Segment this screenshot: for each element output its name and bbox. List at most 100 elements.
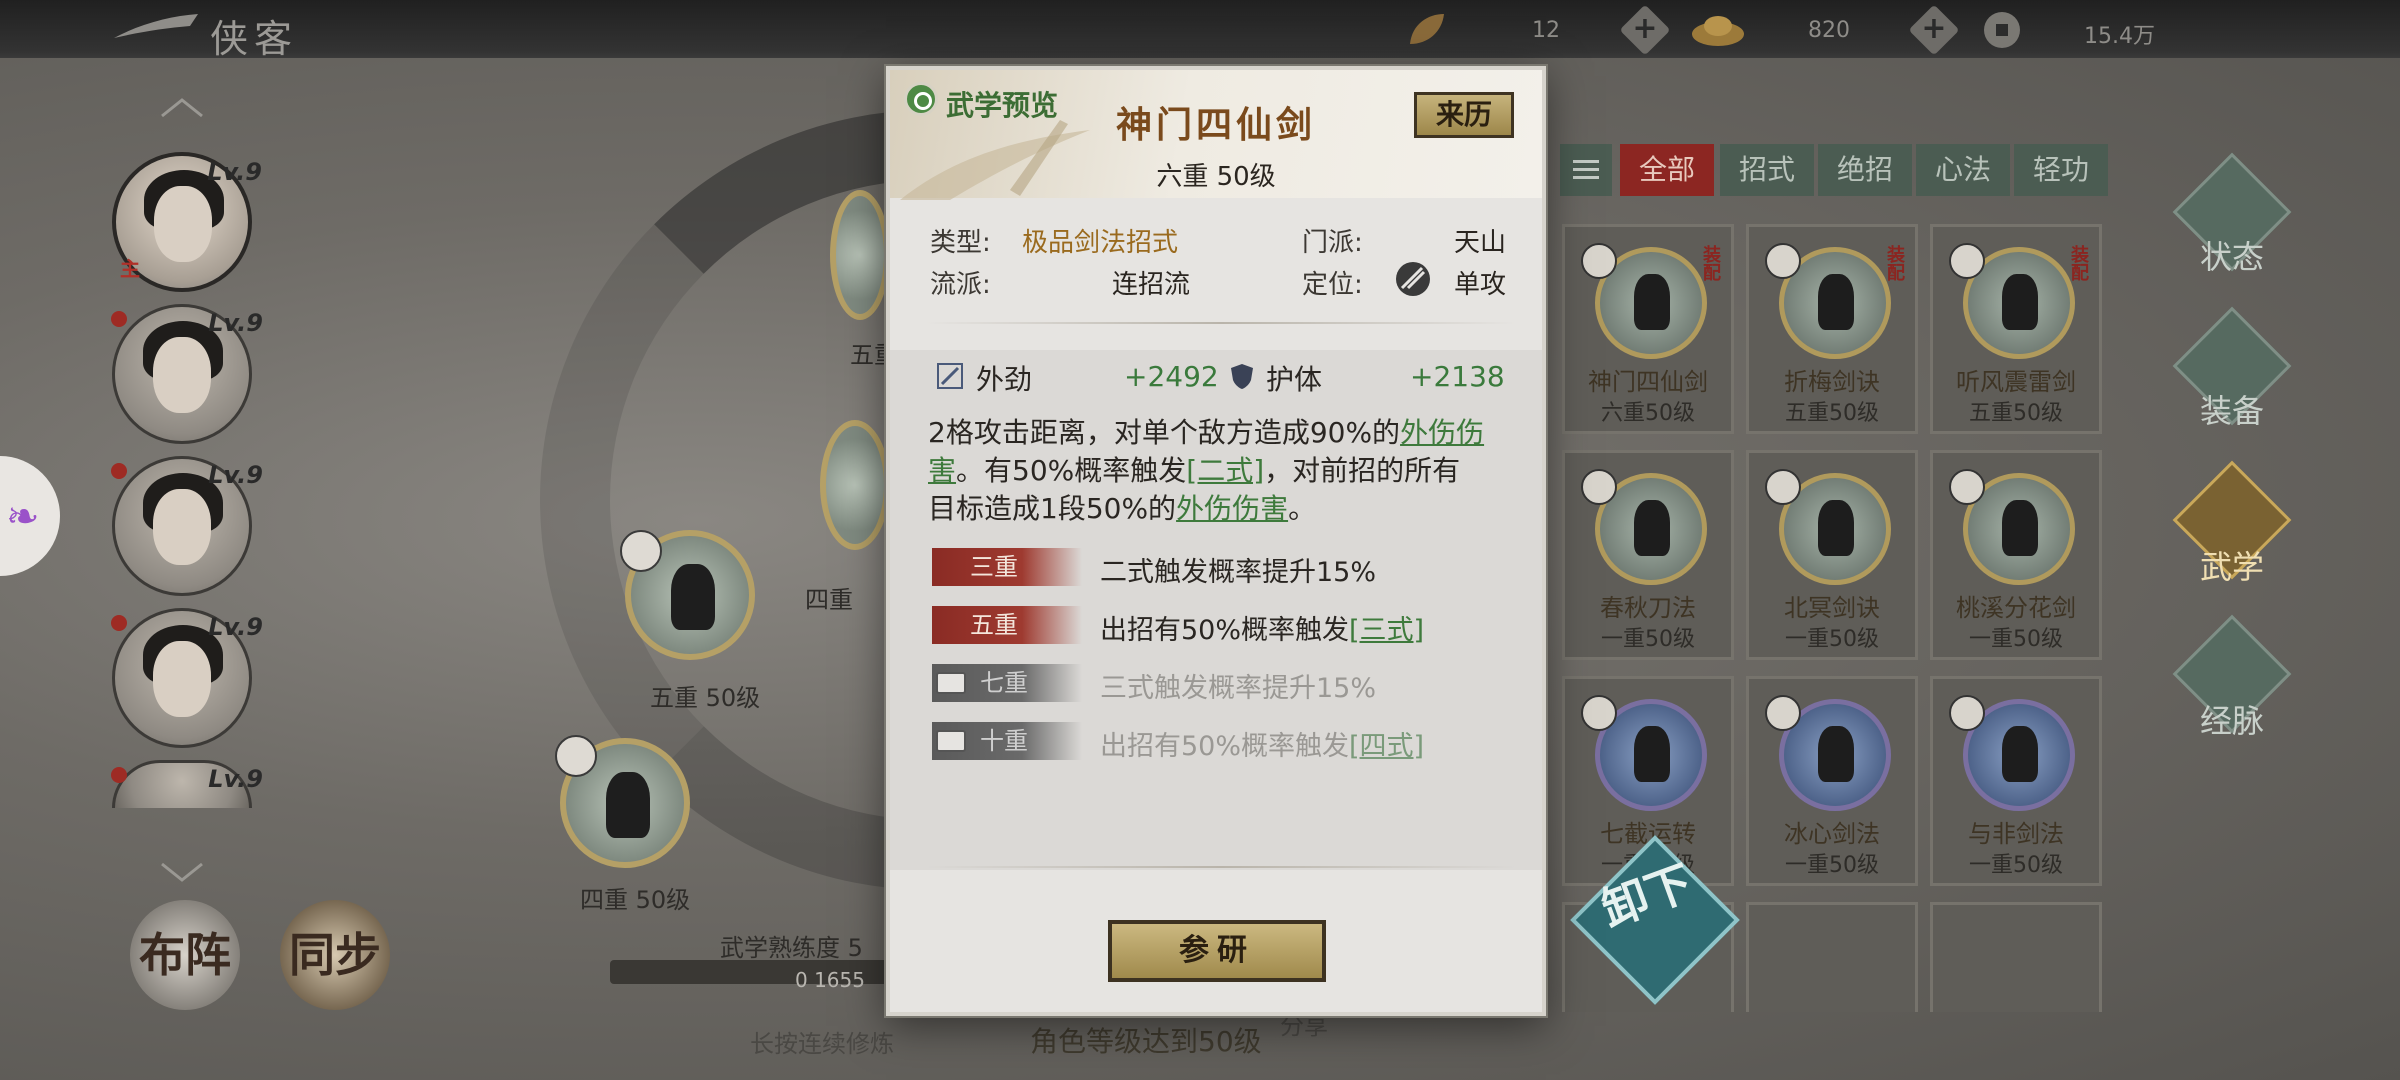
sword-badge-icon [1949,243,1985,279]
top-bar: 侠客 12 + 820 + 15.4万 [0,0,2400,61]
equipped-tag: 装配 [2068,245,2089,281]
filter-tab-lightness[interactable]: 轻功 [2014,144,2108,196]
skill-card[interactable] [1746,902,1918,1012]
skill-card-name: 折梅剑诀 [1784,368,1880,396]
level-requirement: 角色等级达到50级 [1030,1025,1262,1058]
skill-card-name: 桃溪分花剑 [1956,594,2076,622]
desc-text: 。 [1288,492,1317,525]
skill-card-level: 一重50级 [1785,627,1879,652]
origin-button[interactable]: 来历 [1414,92,1514,138]
filter-tab-all[interactable]: 全部 [1620,144,1714,196]
character-portrait-5[interactable]: Lv.9 [111,760,263,808]
desc-text: 。有50%概率触发 [956,454,1187,487]
skill-card-name: 北冥剑诀 [1784,594,1880,622]
page-title: 侠客 [210,17,299,61]
shield-icon [1231,364,1253,389]
sect-key: 门派: [1302,228,1363,258]
character-portrait-2[interactable]: Lv.9 [111,304,263,444]
sword-badge-icon [1581,243,1617,279]
tier-badge-label: 七重 [980,669,1028,697]
tier-badge: 五重 [932,606,1082,644]
tier-text-body: 出招有50%概率触发 [1100,731,1350,762]
notification-dot [111,767,127,783]
equipped-tag: 装配 [1884,245,1905,281]
desc-text: 2格攻击距离，对单个敌方造成90%的 [928,416,1401,449]
mastery-label: 武学熟练度 5 [720,934,863,962]
character-portrait-1[interactable]: Lv.9 主 [112,152,262,292]
skill-card[interactable]: 春秋刀法 一重50级 [1562,450,1734,660]
skill-card[interactable]: 与非剑法 一重50级 [1930,676,2102,886]
filter-tab-mind[interactable]: 心法 [1916,144,2010,196]
skill-level: 六重 50级 [1156,162,1276,192]
modal-header: 武学预览 神门四仙剑 六重 50级 来历 [890,70,1542,200]
fist-badge-icon [1581,695,1617,731]
skill-card-level: 六重50级 [1601,401,1695,426]
third-form-link[interactable]: [三式] [1349,615,1424,646]
add-gold-button[interactable]: + [1908,4,1960,56]
scroll-up-icon[interactable] [158,96,206,120]
sword-stat-icon [937,363,963,389]
filter-tab-ultimate[interactable]: 绝招 [1818,144,1912,196]
skill-card[interactable]: 桃溪分花剑 一重50级 [1930,450,2102,660]
sword-badge-icon [555,735,597,777]
school-value: 连招流 [1112,270,1191,300]
portrait-face [153,337,211,413]
scroll-lock-icon [936,730,966,752]
role-icon [1396,262,1430,296]
divider [926,322,1516,324]
filter-tab-moves[interactable]: 招式 [1720,144,1814,196]
character-level: Lv.9 [207,158,262,186]
external-damage-link[interactable]: 外伤伤害 [1176,492,1288,525]
skill-card[interactable]: 装配 听风震雷剑 五重50级 [1930,224,2102,434]
character-level: Lv.9 [208,461,263,489]
notification-dot [111,463,127,479]
sword-badge-icon [1765,243,1801,279]
skill-card[interactable]: 北冥剑诀 一重50级 [1746,450,1918,660]
skill-card-level: 一重50级 [1969,627,2063,652]
scroll-down-icon[interactable] [158,860,206,884]
character-portrait-3[interactable]: Lv.9 [111,456,263,596]
leaf-count: 12 [1532,18,1560,43]
second-form-link[interactable]: [二式] [1186,454,1264,487]
character-portrait-4[interactable]: Lv.9 [111,608,263,748]
coin-icon [1984,12,2020,48]
skill-card[interactable]: 装配 折梅剑诀 五重50级 [1746,224,1918,434]
sword-badge-icon [620,530,662,572]
skill-card-level: 一重50级 [1969,853,2063,878]
skill-card[interactable]: 冰心剑法 一重50级 [1746,676,1918,886]
type-key: 类型: [930,228,991,258]
gold-count: 820 [1808,18,1850,43]
portrait-face [153,489,211,565]
stat-name: 护体 [1266,363,1323,396]
skill-tree-node[interactable] [820,420,890,550]
sync-button[interactable]: 同步 [280,900,390,1010]
fourth-form-link[interactable]: [四式] [1349,731,1424,762]
sword-badge-icon [1765,695,1801,731]
feather-icon: ❧ [6,494,40,540]
formation-button[interactable]: 布阵 [130,900,240,1010]
skill-preview-modal: 武学预览 神门四仙剑 六重 50级 来历 类型: 极品剑法招式 门派: 天山 流… [886,66,1546,1016]
skill-tree-node[interactable] [830,190,890,320]
stat-value: +2492 [1124,360,1219,393]
nav-martial-arts-label: 武学 [2199,548,2264,586]
martial-figure [1818,274,1854,330]
martial-figure [1818,726,1854,782]
back-icon[interactable] [110,10,200,44]
tier-text-body: 三式触发概率提升15% [1100,673,1377,704]
coin-count: 15.4万 [2084,24,2155,49]
equipped-tag: 装配 [1700,245,1721,281]
nav-status-label: 状态 [2199,238,2264,276]
skill-card[interactable] [1930,902,2102,1012]
sect-value: 天山 [1454,228,1507,258]
notification-dot [111,615,127,631]
martial-figure [2002,500,2038,556]
main-character-tag: 主 [120,257,140,281]
list-icon[interactable] [1560,144,1612,196]
skill-card[interactable]: 装配 神门四仙剑 六重50级 [1562,224,1734,434]
research-button[interactable]: 参研 [1108,920,1326,982]
stat-name: 外劲 [976,363,1033,396]
gold-ingot-icon [1692,16,1744,46]
skill-card-level: 五重50级 [1969,401,2063,426]
add-leaf-button[interactable]: + [1619,4,1671,56]
skill-card-name: 神门四仙剑 [1588,368,1708,396]
